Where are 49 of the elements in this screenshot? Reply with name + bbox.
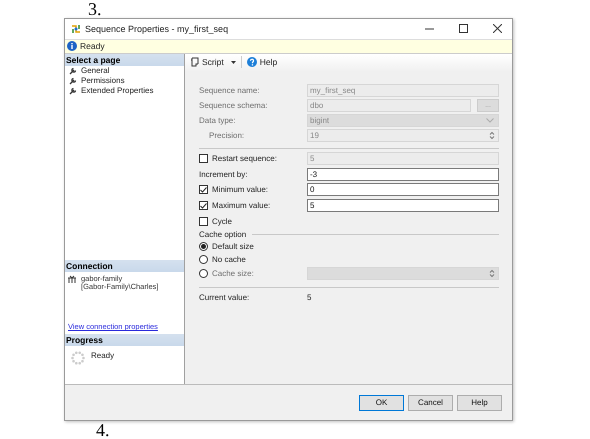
checkbox[interactable]: Maximum value: <box>199 201 307 210</box>
text-field[interactable]: 5 <box>307 199 499 212</box>
maximize-icon <box>458 24 468 34</box>
wrench-icon <box>69 76 77 85</box>
checkmark-icon <box>200 186 207 193</box>
field-label: Sequence schema: <box>199 100 268 110</box>
radio-button[interactable]: Default size <box>199 242 307 251</box>
wrench-icon <box>69 66 77 75</box>
server-connection-icon <box>68 275 77 284</box>
checkmark-icon <box>200 202 207 209</box>
field-label: Data type: <box>199 116 236 125</box>
progress-spinner-icon <box>71 351 85 366</box>
progress-status: Ready <box>91 351 114 362</box>
page-item[interactable]: Permissions <box>65 76 184 86</box>
group-label: Cache option <box>199 230 246 239</box>
spinner-arrows-icon <box>489 269 495 278</box>
field-label: Sequence name: <box>199 86 260 95</box>
radio-button[interactable]: No cache <box>199 254 307 264</box>
close-icon <box>492 24 502 34</box>
dialog-button[interactable]: Help <box>457 394 502 411</box>
text-field[interactable]: 0 <box>307 183 499 196</box>
help-button[interactable]: Help <box>244 57 280 68</box>
spinner-arrows-icon <box>489 130 495 140</box>
text-field[interactable]: -3 <box>307 168 499 181</box>
checkbox[interactable]: Cycle <box>199 216 307 226</box>
chevron-down-icon <box>486 118 494 123</box>
status-text: Ready <box>80 41 105 52</box>
sequence-app-icon <box>71 24 81 34</box>
script-icon <box>190 57 199 68</box>
window-title: Sequence Properties - my_first_seq <box>85 24 230 34</box>
checkbox[interactable]: Minimum value: <box>199 185 307 194</box>
script-button[interactable]: Script <box>188 57 238 68</box>
current-value: 5 <box>307 292 312 302</box>
page-number: 3. <box>88 0 102 18</box>
help-icon <box>246 57 257 68</box>
wrench-icon <box>69 86 77 95</box>
section-header: Progress <box>65 334 184 346</box>
dialog-button[interactable]: Cancel <box>408 394 453 411</box>
page-number: 4. <box>96 421 110 439</box>
section-header: Connection <box>65 260 184 272</box>
field-label: Current value: <box>199 292 250 302</box>
section-header: Select a page <box>65 54 184 66</box>
info-icon <box>67 41 77 52</box>
page-item[interactable]: General <box>65 66 184 76</box>
page-item[interactable]: Extended Properties <box>65 86 184 96</box>
field-label: Increment by: <box>199 170 248 179</box>
caret-icon <box>230 60 236 64</box>
dialog-button[interactable]: OK <box>359 394 404 411</box>
field-label: Precision: <box>208 130 246 140</box>
